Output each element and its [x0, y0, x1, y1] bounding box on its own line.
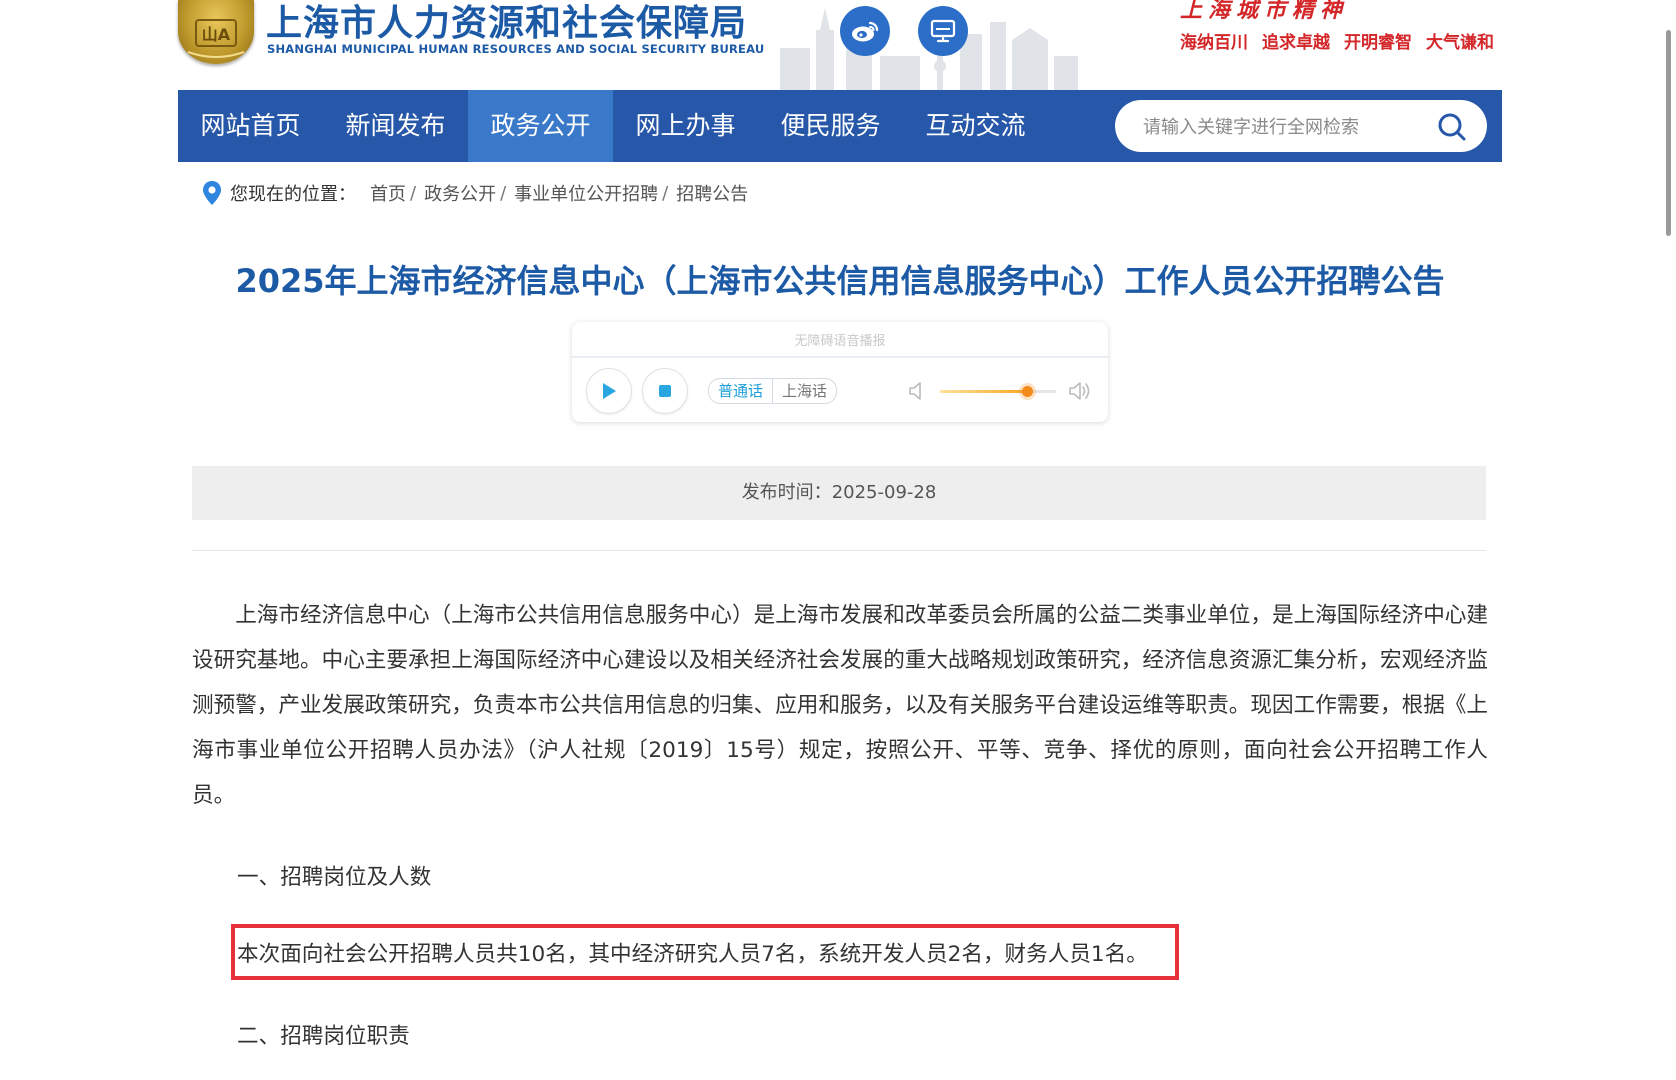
- play-button[interactable]: [586, 368, 632, 414]
- volume-knob[interactable]: [1022, 386, 1033, 397]
- site-name[interactable]: 上海市人力资源和社会保障局: [266, 0, 747, 46]
- city-spirit-title: 上海城市精神: [1180, 0, 1349, 23]
- city-spirit-slogans: 海纳百川 追求卓越 开明睿智 大气谦和: [1180, 28, 1494, 53]
- section-2-heading: 二、招聘岗位职责: [237, 1024, 410, 1049]
- article-title: 2025年上海市经济信息中心（上海市公共信用信息服务中心）工作人员公开招聘公告: [235, 262, 1445, 300]
- lang-option-mandarin[interactable]: 普通话: [709, 379, 772, 403]
- audio-player-label: 无障碍语音播报: [794, 334, 886, 349]
- breadcrumb-separator: /: [500, 182, 507, 204]
- breadcrumb-recruitment-notice[interactable]: 招聘公告: [676, 180, 748, 206]
- volume-low-icon[interactable]: [908, 380, 928, 402]
- site-header: 山A 上海市人力资源和社会保障局 SHANGHAI MUNICIPAL HUMA…: [0, 0, 1676, 92]
- nav-item-interaction[interactable]: 互动交流: [903, 90, 1048, 162]
- volume-high-icon[interactable]: [1068, 380, 1094, 402]
- accessibility-audio-player: 无障碍语音播报 普通话 上海话: [572, 322, 1108, 422]
- search-icon[interactable]: [1437, 112, 1467, 142]
- nav-item-government-affairs[interactable]: 政务公开: [468, 90, 613, 162]
- breadcrumb-home[interactable]: 首页: [370, 180, 406, 206]
- content-divider: [192, 550, 1486, 551]
- site-name-english: SHANGHAI MUNICIPAL HUMAN RESOURCES AND S…: [267, 42, 765, 56]
- breadcrumb-government-affairs[interactable]: 政务公开: [424, 180, 496, 206]
- svg-text:山A: 山A: [202, 25, 231, 44]
- city-skyline-decoration: [780, 8, 1078, 92]
- bureau-emblem-logo[interactable]: 山A: [178, 0, 254, 64]
- slogan: 海纳百川: [1180, 33, 1248, 53]
- stop-button[interactable]: [642, 368, 688, 414]
- nav-item-convenience-services[interactable]: 便民服务: [758, 90, 903, 162]
- lang-option-shanghainese[interactable]: 上海话: [772, 379, 836, 403]
- slogan: 追求卓越: [1262, 33, 1330, 53]
- breadcrumb-public-recruitment[interactable]: 事业单位公开招聘: [514, 180, 658, 206]
- nav-item-online-services[interactable]: 网上办事: [613, 90, 758, 162]
- audio-progress-track[interactable]: [572, 356, 1108, 358]
- volume-slider[interactable]: [940, 386, 1056, 397]
- stop-icon: [659, 385, 671, 397]
- weibo-icon[interactable]: [840, 6, 890, 56]
- publish-date: 2025-09-28: [831, 482, 937, 503]
- page: 山A 上海市人力资源和社会保障局 SHANGHAI MUNICIPAL HUMA…: [0, 0, 1676, 1080]
- publish-label: 发布时间：: [741, 482, 832, 503]
- dialect-toggle: 普通话 上海话: [708, 378, 838, 404]
- publish-info-bar: 发布时间：2025-09-28: [192, 466, 1486, 520]
- breadcrumb: 您现在的位置： 首页 / 政务公开 / 事业单位公开招聘 / 招聘公告: [202, 178, 748, 208]
- slogan: 开明睿智: [1344, 33, 1412, 53]
- main-nav: 网站首页 新闻发布 政务公开 网上办事 便民服务 互动交流: [178, 90, 1502, 162]
- breadcrumb-label: 您现在的位置：: [230, 184, 356, 205]
- monitor-icon[interactable]: [918, 6, 968, 56]
- nav-menu: 网站首页 新闻发布 政务公开 网上办事 便民服务 互动交流: [178, 90, 1048, 162]
- location-pin-icon: [203, 181, 221, 205]
- nav-item-news[interactable]: 新闻发布: [323, 90, 468, 162]
- breadcrumb-separator: /: [662, 182, 669, 204]
- intro-paragraph: 上海市经济信息中心（上海市公共信用信息服务中心）是上海市发展和改革委员会所属的公…: [192, 603, 1488, 808]
- section-1-heading: 一、招聘岗位及人数: [237, 865, 432, 890]
- breadcrumb-separator: /: [410, 182, 417, 204]
- volume-fill: [940, 390, 1027, 393]
- nav-item-home[interactable]: 网站首页: [178, 90, 323, 162]
- search-box: [1115, 100, 1487, 154]
- search-input[interactable]: [1141, 100, 1425, 154]
- slogan: 大气谦和: [1426, 33, 1494, 53]
- play-icon: [603, 383, 616, 399]
- recruitment-count-paragraph: 本次面向社会公开招聘人员共10名，其中经济研究人员7名，系统开发人员2名，财务人…: [237, 942, 1148, 967]
- page-scrollbar[interactable]: [1666, 30, 1671, 236]
